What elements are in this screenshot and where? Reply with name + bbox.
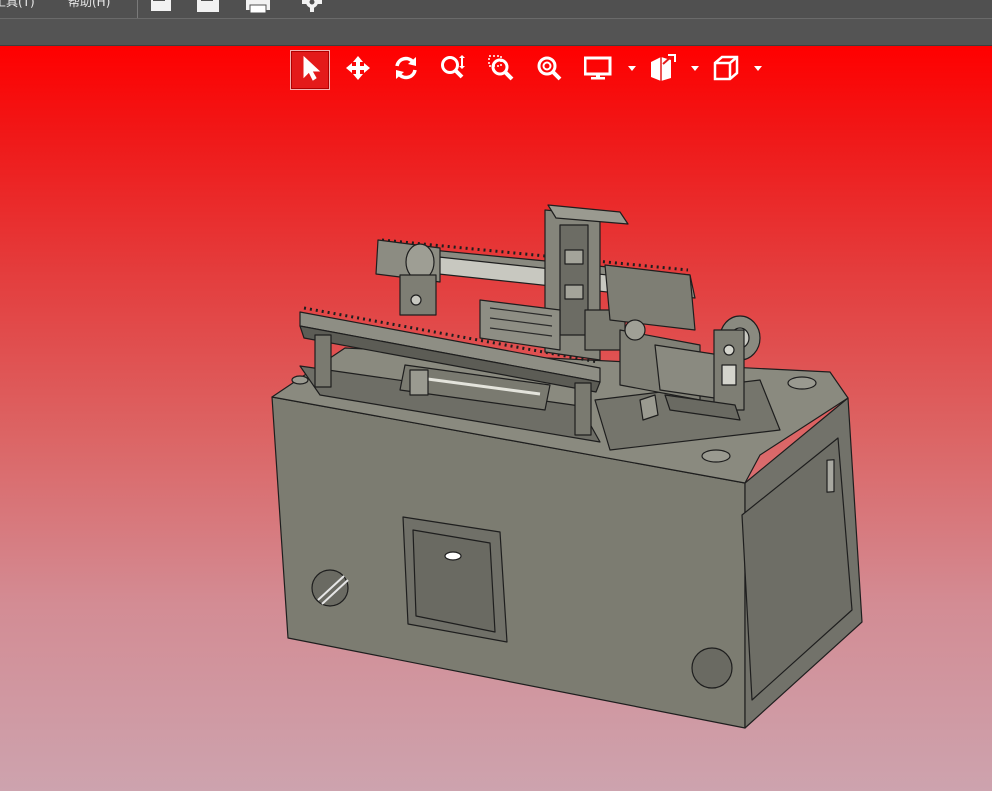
print-icon[interactable] [245,0,271,17]
side-door-handle [826,459,835,493]
menu-help[interactable]: 帮助(H) [68,0,110,10]
menu-bar: 工具(T) 帮助(H) [0,0,992,19]
front-access-window [412,529,496,633]
machine-3d-model[interactable] [0,46,992,791]
toolbar-strip [0,19,992,46]
right-vent-hole [691,647,733,689]
open-file-icon[interactable] [150,0,174,17]
menu-separator [137,0,138,18]
3d-viewport[interactable] [0,46,992,791]
front-panel-slot [444,551,462,561]
save-icon[interactable] [196,0,220,17]
settings-icon[interactable] [302,0,322,15]
menu-tools[interactable]: 工具(T) [0,0,35,10]
